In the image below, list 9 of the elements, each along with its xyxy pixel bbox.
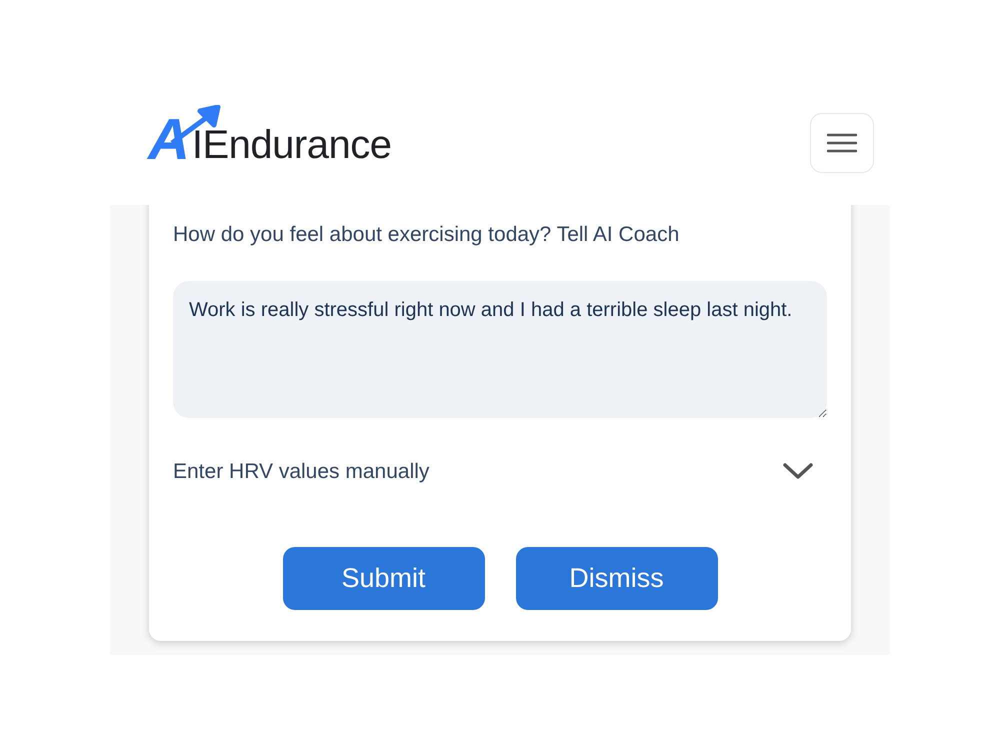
- menu-button[interactable]: [810, 113, 874, 173]
- feeling-input-field[interactable]: Work is really stressful right now and I had a terrible sleep last night.: [173, 280, 827, 418]
- hrv-label: Enter HRV values manually: [173, 458, 430, 484]
- prompt-text: How do you feel about exercising today? Tell AI Coach: [173, 222, 680, 248]
- menu-icon: [827, 133, 857, 153]
- logo-text: IEndurance: [192, 125, 392, 165]
- action-button[interactable]: Submit: [282, 547, 484, 610]
- hrv-toggle[interactable]: Enter HRV values manually: [173, 456, 827, 487]
- action-button[interactable]: Dismiss: [516, 547, 718, 610]
